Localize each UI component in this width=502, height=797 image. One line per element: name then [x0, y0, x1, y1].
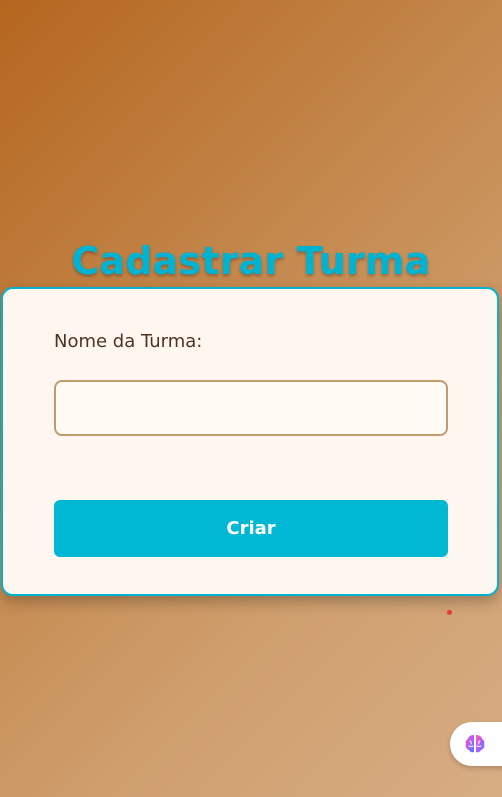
- assistant-floating-button[interactable]: [450, 722, 502, 766]
- status-dot: [447, 610, 452, 615]
- create-button[interactable]: Criar: [54, 500, 448, 557]
- class-name-input[interactable]: [54, 380, 448, 436]
- form-card: Nome da Turma: Criar: [1, 287, 499, 596]
- page-title: Cadastrar Turma: [71, 239, 431, 284]
- brain-icon: [465, 735, 485, 753]
- class-name-label: Nome da Turma:: [54, 331, 203, 352]
